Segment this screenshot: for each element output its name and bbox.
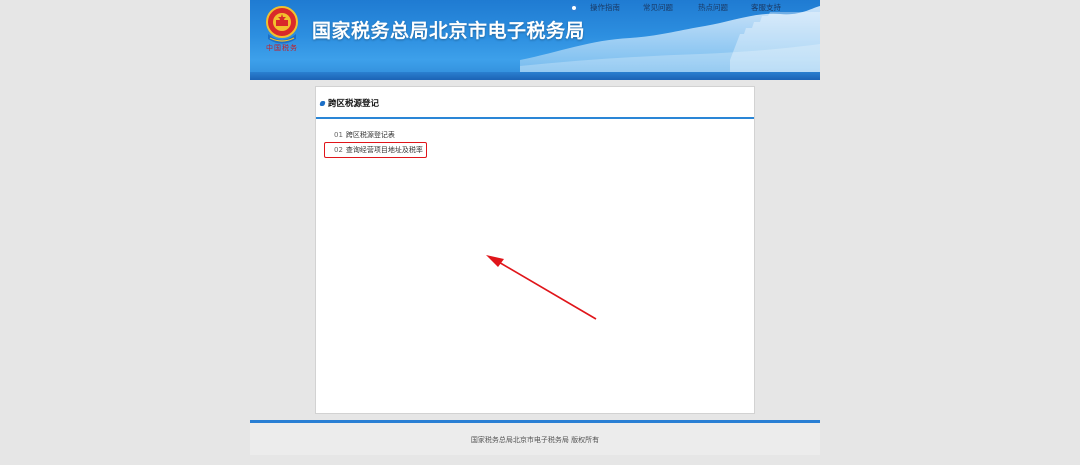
nav-customer-support[interactable]: 客服支持 xyxy=(751,2,781,13)
menu-item-label: 跨区税源登记表 xyxy=(345,131,395,139)
header-bottom-bar xyxy=(250,72,820,80)
card-header: 跨区税源登记 xyxy=(316,87,754,119)
menu-item-tax-registration-form[interactable]: 01 跨区税源登记表 xyxy=(334,130,395,140)
menu-item-number: 01 xyxy=(334,131,343,139)
title-bullet-icon xyxy=(319,101,326,106)
site-title: 国家税务总局北京市电子税务局 xyxy=(312,20,586,42)
top-navigation: 操作指南 常见问题 热点问题 客服支持 xyxy=(570,0,820,14)
footer-copyright: 国家税务总局北京市电子税务局 版权所有 xyxy=(470,436,600,444)
national-emblem-icon xyxy=(266,6,298,44)
card-title: 跨区税源登记 xyxy=(328,99,380,109)
nav-faq[interactable]: 常见问题 xyxy=(643,2,673,13)
emblem-caption: 中国税务 xyxy=(266,44,298,52)
site-footer: 国家税务总局北京市电子税务局 版权所有 xyxy=(250,420,820,455)
content-card: 跨区税源登记 01 跨区税源登记表 02 查询经营项目地址及税率 xyxy=(315,86,755,414)
nav-hot-topics[interactable]: 热点问题 xyxy=(698,2,728,13)
annotation-arrow-icon xyxy=(486,255,597,320)
nav-operation-guide[interactable]: 操作指南 xyxy=(590,2,620,13)
nav-dot-icon xyxy=(570,4,578,12)
site-header: 中国税务 国家税务总局北京市电子税务局 操作指南 常见问题 热点问题 客服支持 xyxy=(250,0,820,80)
page-wrapper: 中国税务 国家税务总局北京市电子税务局 操作指南 常见问题 热点问题 客服支持 … xyxy=(250,0,820,465)
highlight-box xyxy=(324,142,427,158)
